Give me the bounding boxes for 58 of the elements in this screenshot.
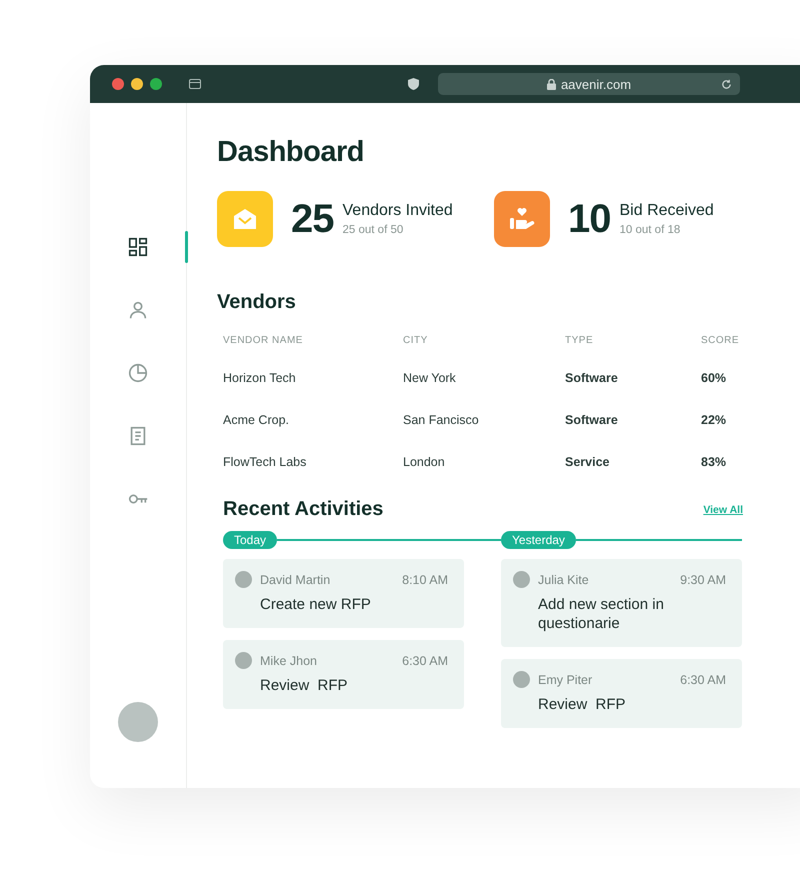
- activity-text: Create new RFP: [260, 595, 372, 614]
- activity-text: Review RFP: [538, 695, 627, 714]
- stat-value: 25: [291, 196, 334, 242]
- activity-text: Add new section in questionarie: [538, 595, 665, 633]
- table-cell-text: 22%: [701, 412, 728, 429]
- table-cell-text: Service: [565, 454, 610, 471]
- table-cell-text: 60%: [701, 370, 728, 387]
- reload-icon[interactable]: [721, 78, 732, 90]
- activity-time: 6:30 AM: [680, 672, 727, 686]
- avatar: [235, 571, 252, 588]
- activity-text: Review RFP: [260, 676, 349, 695]
- activity-time: 8:10 AM: [402, 572, 449, 586]
- pie-chart-icon: [127, 362, 149, 384]
- user-name: Julia Kite: [538, 572, 589, 586]
- avatar: [513, 571, 530, 588]
- envelope-icon: [232, 207, 258, 231]
- avatar: [235, 652, 252, 669]
- heart-hand-icon: [508, 206, 536, 232]
- lock-icon: [546, 78, 556, 90]
- activity-time: 6:30 AM: [402, 654, 449, 668]
- section-title: Recent Activities: [223, 498, 384, 521]
- active-indicator: [184, 231, 188, 263]
- minimize-button[interactable]: [131, 78, 143, 90]
- table-cell-text: Acme Crop.: [223, 412, 290, 429]
- table-cell-text: New York: [403, 370, 457, 387]
- date-pill: Today: [223, 531, 278, 549]
- close-button[interactable]: [112, 78, 124, 90]
- table-cell-text: FlowTech Labs: [223, 454, 308, 471]
- table-cell-text: Software: [565, 412, 619, 429]
- sidebar-toggle-icon[interactable]: [189, 79, 201, 89]
- section-title: Vendors: [217, 291, 297, 314]
- address-bar[interactable]: aavenir.com: [438, 73, 740, 95]
- table-cell-text: San Fancisco: [403, 412, 480, 429]
- column-header: SCORE: [701, 335, 740, 348]
- user-name: Mike Jhon: [260, 654, 317, 668]
- table-cell-text: 83%: [701, 454, 728, 471]
- column-header: TYPE: [565, 335, 594, 348]
- stat-detail: 10 out of 18: [620, 224, 682, 236]
- table-cell-text: Software: [565, 370, 619, 387]
- url-text: aavenir.com: [560, 76, 632, 92]
- shield-icon[interactable]: [408, 78, 419, 90]
- column-header: CITY: [403, 335, 429, 348]
- maximize-button[interactable]: [150, 78, 162, 90]
- column-header: VENDOR NAME: [223, 335, 304, 348]
- user-name: David Martin: [260, 572, 330, 586]
- stat-label: Vendors Invited: [342, 202, 453, 220]
- stat-value: 10: [568, 196, 610, 242]
- stat-label: Bid Received: [620, 202, 714, 220]
- dashboard-icon: [127, 236, 149, 258]
- user-icon: [127, 299, 149, 321]
- stat-detail: 25 out of 50: [342, 224, 404, 236]
- table-cell-text: London: [403, 454, 446, 471]
- page-title: Dashboard: [217, 136, 365, 169]
- date-pill: Yesterday: [501, 531, 576, 549]
- avatar: [513, 671, 530, 688]
- table-cell-text: Horizon Tech: [223, 370, 297, 387]
- activity-time: 9:30 AM: [680, 572, 727, 586]
- user-name: Emy Piter: [538, 672, 592, 686]
